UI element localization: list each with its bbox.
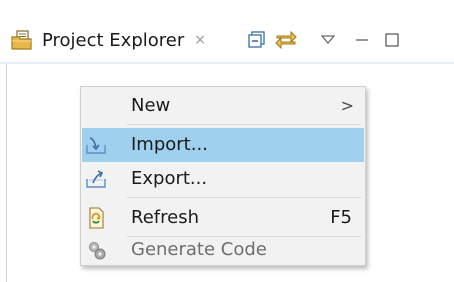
context-menu: New > Import... Export... Refresh F5 Gen… [80,86,366,266]
generate-code-icon [84,238,108,262]
menu-item-label: Refresh [131,207,199,228]
export-icon [84,167,108,191]
menu-separator [127,197,361,198]
menu-item-refresh[interactable]: Refresh F5 [82,201,364,235]
refresh-icon [84,206,108,230]
collapse-all-icon[interactable] [246,29,268,51]
menu-separator [127,124,361,125]
view-toolbar [246,18,400,62]
close-icon[interactable]: ⨯ [194,33,206,47]
submenu-arrow-icon: > [340,96,354,115]
menu-item-new[interactable]: New > [82,89,364,123]
view-menu-icon[interactable] [318,29,338,51]
menu-item-generate-code[interactable]: Generate Code [82,233,364,267]
menu-item-label: Generate Code [131,239,267,260]
menu-item-import[interactable]: Import... [82,128,364,162]
project-explorer-tab[interactable]: Project Explorer ⨯ [10,18,206,62]
maximize-icon[interactable] [384,29,400,51]
view-border [6,64,7,282]
import-icon [84,133,108,157]
menu-item-label: Import... [131,134,208,155]
tab-underline [0,62,454,64]
menu-item-label: Export... [131,168,208,189]
view-title: Project Explorer [42,29,185,51]
menu-item-export[interactable]: Export... [82,162,364,196]
link-with-editor-icon[interactable] [272,29,300,51]
minimize-icon[interactable] [354,29,370,51]
project-explorer-icon [10,28,34,52]
menu-item-shortcut: F5 [330,207,352,228]
menu-item-label: New [131,95,171,116]
